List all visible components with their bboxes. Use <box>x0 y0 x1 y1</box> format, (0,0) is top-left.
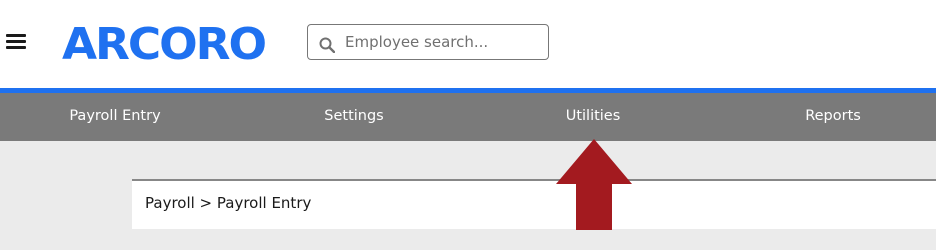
nav-item-utilities[interactable]: Utilities <box>566 93 621 141</box>
main-nav: Payroll Entry Settings Utilities Reports <box>0 93 936 141</box>
nav-item-reports[interactable]: Reports <box>805 93 861 141</box>
breadcrumb: Payroll > Payroll Entry <box>145 194 312 212</box>
nav-item-payroll-entry[interactable]: Payroll Entry <box>69 93 160 141</box>
arcoro-logo[interactable]: ARCORO <box>62 24 267 64</box>
hamburger-menu-icon[interactable] <box>6 34 26 50</box>
employee-search-input[interactable] <box>345 25 545 59</box>
nav-item-settings[interactable]: Settings <box>324 93 383 141</box>
up-arrow-annotation-icon <box>556 139 632 230</box>
breadcrumb-panel: Payroll > Payroll Entry <box>132 179 936 229</box>
search-icon <box>319 37 335 53</box>
header: ARCORO <box>0 0 936 88</box>
employee-search-field[interactable] <box>307 24 549 60</box>
logo-text: ARCORO <box>62 24 266 64</box>
